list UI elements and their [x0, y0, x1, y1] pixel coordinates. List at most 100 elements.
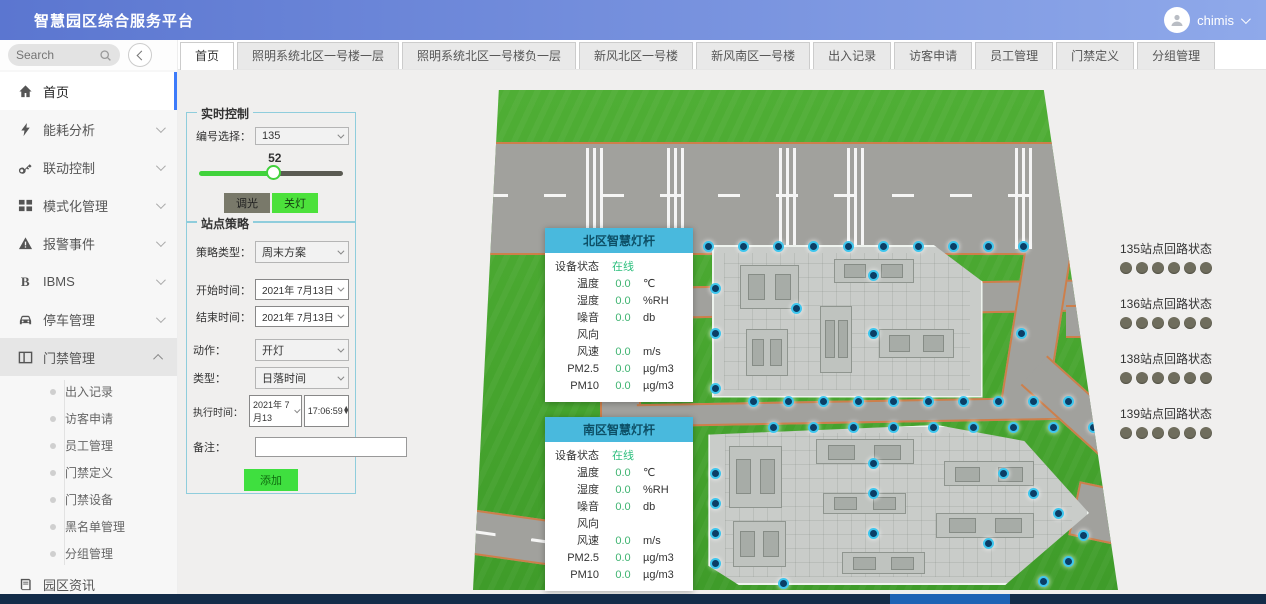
circuit-dot[interactable] — [1184, 372, 1196, 384]
tab-9[interactable]: 分组管理 — [1137, 42, 1215, 69]
circuit-dot[interactable] — [1200, 317, 1212, 329]
tab-8[interactable]: 门禁定义 — [1056, 42, 1134, 69]
circuit-dot[interactable] — [1200, 262, 1212, 274]
lamp-marker[interactable] — [780, 580, 787, 587]
tab-1[interactable]: 照明系统北区一号楼一层 — [237, 42, 399, 69]
lamp-marker[interactable] — [890, 424, 897, 431]
lamp-marker[interactable] — [775, 243, 782, 250]
tab-0[interactable]: 首页 — [180, 42, 234, 70]
circuit-dot[interactable] — [1120, 427, 1132, 439]
sidebar-collapse-button[interactable] — [128, 43, 152, 67]
sidebar-item-access-control[interactable]: 门禁管理 — [0, 338, 177, 376]
search-box[interactable] — [8, 44, 120, 66]
circuit-dot[interactable] — [1168, 262, 1180, 274]
sidebar-item-modes[interactable]: 模式化管理 — [0, 186, 177, 224]
sidebar-subitem-6[interactable]: 分组管理 — [0, 540, 177, 567]
tab-7[interactable]: 员工管理 — [975, 42, 1053, 69]
lamp-marker[interactable] — [1065, 558, 1072, 565]
sidebar-subitem-4[interactable]: 门禁设备 — [0, 486, 177, 513]
lamp-marker[interactable] — [915, 243, 922, 250]
popup-row: 湿度0.0%RH — [553, 482, 685, 499]
kind-select[interactable]: 日落时间 — [255, 367, 349, 389]
lamp-marker[interactable] — [960, 398, 967, 405]
circuit-dot[interactable] — [1152, 262, 1164, 274]
lamp-marker[interactable] — [1040, 578, 1047, 585]
sidebar-subitem-5[interactable]: 黑名单管理 — [0, 513, 177, 540]
sidebar-item-alarms[interactable]: 报警事件 — [0, 224, 177, 262]
sidebar-subitem-0[interactable]: 出入记录 — [0, 378, 177, 405]
lamp-marker[interactable] — [1000, 470, 1007, 477]
start-date-select[interactable]: 2021年 7月13日 — [255, 279, 349, 300]
popup-row-label: 湿度 — [553, 482, 605, 499]
exec-time-spinner[interactable]: 17:06:59 ▲▼ — [304, 395, 349, 427]
sidebar-item-linkage[interactable]: 联动控制 — [0, 148, 177, 186]
lamp-marker[interactable] — [930, 424, 937, 431]
number-select[interactable]: 135 — [255, 127, 349, 145]
lamp-marker[interactable] — [770, 424, 777, 431]
lamp-marker[interactable] — [793, 305, 800, 312]
lamp-marker[interactable] — [880, 243, 887, 250]
strategy-type-value: 周末方案 — [262, 244, 306, 260]
lamp-marker[interactable] — [1055, 510, 1062, 517]
sidebar-subitem-1[interactable]: 访客申请 — [0, 405, 177, 432]
light-off-button[interactable]: 关灯 — [272, 193, 318, 213]
lamp-marker[interactable] — [1090, 424, 1097, 431]
lamp-marker[interactable] — [855, 398, 862, 405]
action-select[interactable]: 开灯 — [255, 339, 349, 361]
tab-5[interactable]: 出入记录 — [813, 42, 891, 69]
circuit-dot[interactable] — [1184, 262, 1196, 274]
circuit-dot[interactable] — [1200, 372, 1212, 384]
circuit-dot[interactable] — [1168, 317, 1180, 329]
spinner-arrows-icon[interactable]: ▲▼ — [343, 407, 350, 415]
circuit-dot[interactable] — [1136, 427, 1148, 439]
search-input[interactable] — [16, 48, 96, 62]
lamp-marker[interactable] — [1080, 532, 1087, 539]
slider-thumb[interactable] — [266, 165, 281, 180]
end-date-select[interactable]: 2021年 7月13日 — [255, 306, 349, 327]
lamp-marker[interactable] — [740, 243, 747, 250]
lamp-marker[interactable] — [810, 424, 817, 431]
circuit-dot[interactable] — [1168, 372, 1180, 384]
circuit-dot[interactable] — [1136, 262, 1148, 274]
lamp-marker[interactable] — [1020, 243, 1027, 250]
exec-date-select[interactable]: 2021年 7月13 — [249, 395, 302, 427]
lamp-marker[interactable] — [850, 424, 857, 431]
circuit-dot[interactable] — [1120, 317, 1132, 329]
circuit-dot[interactable] — [1136, 317, 1148, 329]
lamp-marker[interactable] — [750, 398, 757, 405]
circuit-dot[interactable] — [1152, 372, 1164, 384]
sidebar-item-ibms[interactable]: B IBMS — [0, 262, 177, 300]
sidebar-subitem-3[interactable]: 门禁定义 — [0, 459, 177, 486]
strategy-type-select[interactable]: 周末方案 — [255, 241, 349, 263]
lamp-marker[interactable] — [1050, 424, 1057, 431]
sidebar-item-energy[interactable]: 能耗分析 — [0, 110, 177, 148]
add-button[interactable]: 添加 — [244, 469, 298, 491]
circuit-dot[interactable] — [1152, 427, 1164, 439]
lamp-marker[interactable] — [970, 424, 977, 431]
tab-4[interactable]: 新风南区一号楼 — [696, 42, 810, 69]
circuit-dot[interactable] — [1184, 427, 1196, 439]
lamp-marker[interactable] — [810, 243, 817, 250]
circuit-dot[interactable] — [1136, 372, 1148, 384]
circuit-dot[interactable] — [1200, 427, 1212, 439]
sidebar-item-parking[interactable]: 停车管理 — [0, 300, 177, 338]
circuit-dot[interactable] — [1120, 372, 1132, 384]
circuit-dot[interactable] — [1152, 317, 1164, 329]
note-input[interactable] — [255, 437, 407, 457]
sidebar-item-home[interactable]: 首页 — [0, 72, 177, 110]
tab-2[interactable]: 照明系统北区一号楼负一层 — [402, 42, 576, 69]
tab-6[interactable]: 访客申请 — [894, 42, 972, 69]
book-icon — [18, 577, 33, 592]
lamp-marker[interactable] — [1010, 424, 1017, 431]
circuit-dot[interactable] — [1120, 262, 1132, 274]
dim-button[interactable]: 调光 — [224, 193, 270, 213]
circuit-dot[interactable] — [1168, 427, 1180, 439]
user-menu[interactable]: chimis — [1164, 7, 1248, 33]
popup-row: 温度0.0℃ — [553, 276, 685, 293]
sidebar-subitem-2[interactable]: 员工管理 — [0, 432, 177, 459]
circuit-dot[interactable] — [1184, 317, 1196, 329]
lamp-marker[interactable] — [820, 398, 827, 405]
lamp-marker[interactable] — [1018, 330, 1025, 337]
tab-3[interactable]: 新风北区一号楼 — [579, 42, 693, 69]
sidebar-item-park-news[interactable]: 园区资讯 — [0, 569, 177, 594]
